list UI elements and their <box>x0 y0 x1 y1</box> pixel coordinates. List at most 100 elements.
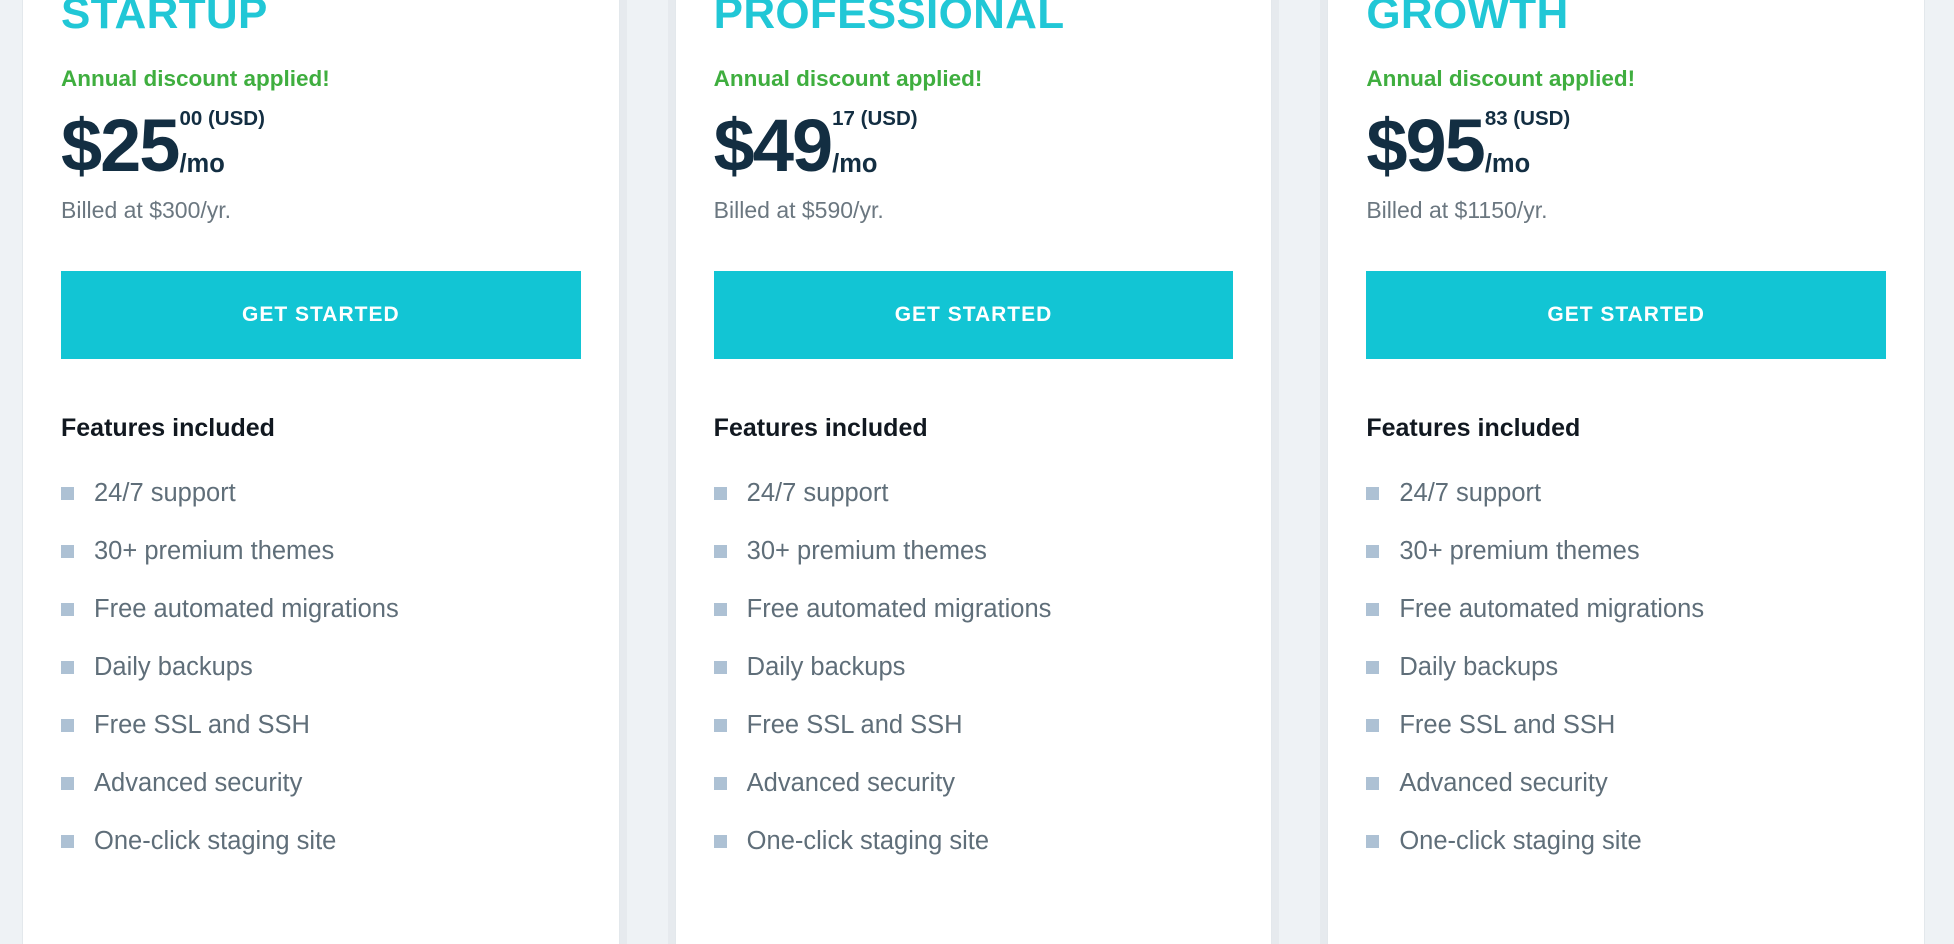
price-period: /mo <box>1484 150 1531 178</box>
price-amount: $49 <box>713 103 833 187</box>
list-item: Free automated migrations <box>1366 581 1886 639</box>
features-list: 24/7 support 30+ premium themes Free aut… <box>1366 465 1886 871</box>
list-item: 30+ premium themes <box>61 523 581 581</box>
features-included-heading: Features included <box>1366 413 1581 442</box>
list-item: One-click staging site <box>1366 813 1886 871</box>
billed-annually-note: Billed at $1150/yr. <box>1366 196 1548 223</box>
list-item: Advanced security <box>1366 755 1886 813</box>
square-bullet-icon <box>61 545 74 558</box>
feature-label: Free SSL and SSH <box>1399 710 1616 739</box>
pricing-card-professional: PROFESSIONAL Annual discount applied! $4… <box>674 0 1273 944</box>
feature-label: Daily backups <box>94 652 253 681</box>
square-bullet-icon <box>61 835 74 848</box>
square-bullet-icon <box>713 661 727 674</box>
square-bullet-icon <box>1366 719 1380 732</box>
square-bullet-icon <box>713 719 727 732</box>
pricing-plans-grid: STARTUP Annual discount applied! $25 00 (… <box>0 0 1954 944</box>
list-item: 24/7 support <box>61 465 581 523</box>
list-item: Free SSL and SSH <box>713 697 1234 755</box>
card-gutter-2 <box>1272 0 1328 944</box>
get-started-button[interactable]: GET STARTED <box>1366 270 1887 359</box>
feature-label: 30+ premium themes <box>94 536 335 565</box>
feature-label: Free SSL and SSH <box>94 710 310 739</box>
feature-label: 24/7 support <box>94 478 236 507</box>
square-bullet-icon <box>1366 545 1380 558</box>
billed-annually-note: Billed at $300/yr. <box>61 196 232 223</box>
price-suffix-group: 83 (USD) /mo <box>1484 108 1570 178</box>
features-list: 24/7 support 30+ premium themes Free aut… <box>61 465 581 871</box>
feature-label: Advanced security <box>94 768 303 797</box>
plan-title: PROFESSIONAL <box>713 0 1065 38</box>
pricing-card-startup: STARTUP Annual discount applied! $25 00 (… <box>22 0 620 944</box>
square-bullet-icon <box>61 661 74 674</box>
list-item: 24/7 support <box>1366 465 1886 523</box>
annual-discount-note: Annual discount applied! <box>1366 66 1636 91</box>
feature-label: Daily backups <box>1399 652 1559 681</box>
list-item: One-click staging site <box>61 813 581 871</box>
square-bullet-icon <box>1366 487 1380 500</box>
list-item: Daily backups <box>713 639 1234 697</box>
list-item: 30+ premium themes <box>1366 523 1886 581</box>
price-row: $25 00 (USD)/mo <box>61 97 581 182</box>
pricing-card-growth: GROWTH Annual discount applied! $95 83 (U… <box>1327 0 1926 944</box>
square-bullet-icon <box>61 719 74 732</box>
billed-annually-note: Billed at $590/yr. <box>713 196 884 223</box>
square-bullet-icon <box>1366 603 1380 616</box>
list-item: Free automated migrations <box>713 581 1234 639</box>
list-item: Free SSL and SSH <box>1366 697 1886 755</box>
square-bullet-icon <box>713 835 727 848</box>
square-bullet-icon <box>713 603 727 616</box>
feature-label: One-click staging site <box>1399 826 1642 855</box>
square-bullet-icon <box>1366 835 1380 848</box>
square-bullet-icon <box>61 777 74 790</box>
feature-label: 24/7 support <box>746 478 889 507</box>
list-item: Advanced security <box>61 755 581 813</box>
price-suffix-group: 00 (USD) /mo <box>179 106 265 178</box>
list-item: Daily backups <box>61 639 581 697</box>
square-bullet-icon <box>713 545 727 558</box>
price-period: /mo <box>832 150 878 178</box>
square-bullet-icon <box>1366 777 1380 790</box>
feature-label: One-click staging site <box>94 826 337 855</box>
price-cents-currency: 17 (USD) <box>832 106 918 130</box>
price-amount: $95 <box>1366 103 1485 187</box>
features-included-heading: Features included <box>61 413 275 442</box>
annual-discount-note: Annual discount applied! <box>61 66 330 91</box>
card-gutter-1 <box>619 0 675 944</box>
square-bullet-icon <box>61 603 74 616</box>
feature-label: 30+ premium themes <box>1399 536 1640 565</box>
annual-discount-note: Annual discount applied! <box>713 66 983 91</box>
price-suffix-group: 17 (USD) /mo <box>832 106 918 178</box>
list-item: Free automated migrations <box>61 581 581 639</box>
price-row: $95 83 (USD)/mo <box>1366 97 1886 182</box>
features-list: 24/7 support 30+ premium themes Free aut… <box>713 465 1234 871</box>
page-left-rail <box>0 0 22 944</box>
page-right-rail <box>1925 0 1954 944</box>
feature-label: Daily backups <box>746 652 906 681</box>
price-cents-currency: 00 (USD) <box>179 106 265 130</box>
feature-label: 30+ premium themes <box>746 536 987 565</box>
price-amount: $25 <box>61 103 180 187</box>
feature-label: Advanced security <box>1399 768 1608 797</box>
price-period: /mo <box>179 150 225 178</box>
price-row: $49 17 (USD)/mo <box>714 97 1234 182</box>
list-item: Free SSL and SSH <box>61 697 581 755</box>
plan-title: STARTUP <box>61 0 268 38</box>
square-bullet-icon <box>713 777 727 790</box>
feature-label: Free automated migrations <box>746 594 1052 623</box>
list-item: One-click staging site <box>713 813 1234 871</box>
feature-label: Free SSL and SSH <box>746 710 963 739</box>
get-started-button[interactable]: GET STARTED <box>713 270 1234 359</box>
square-bullet-icon <box>1366 661 1380 674</box>
feature-label: One-click staging site <box>746 826 990 855</box>
square-bullet-icon <box>713 487 727 500</box>
plan-title: GROWTH <box>1366 0 1569 38</box>
list-item: 24/7 support <box>713 465 1234 523</box>
feature-label: Free automated migrations <box>94 594 399 623</box>
get-started-button[interactable]: GET STARTED <box>61 270 581 359</box>
list-item: Advanced security <box>713 755 1234 813</box>
feature-label: Advanced security <box>746 768 956 797</box>
list-item: Daily backups <box>1366 639 1886 697</box>
feature-label: Free automated migrations <box>1399 594 1705 623</box>
square-bullet-icon <box>61 487 74 500</box>
